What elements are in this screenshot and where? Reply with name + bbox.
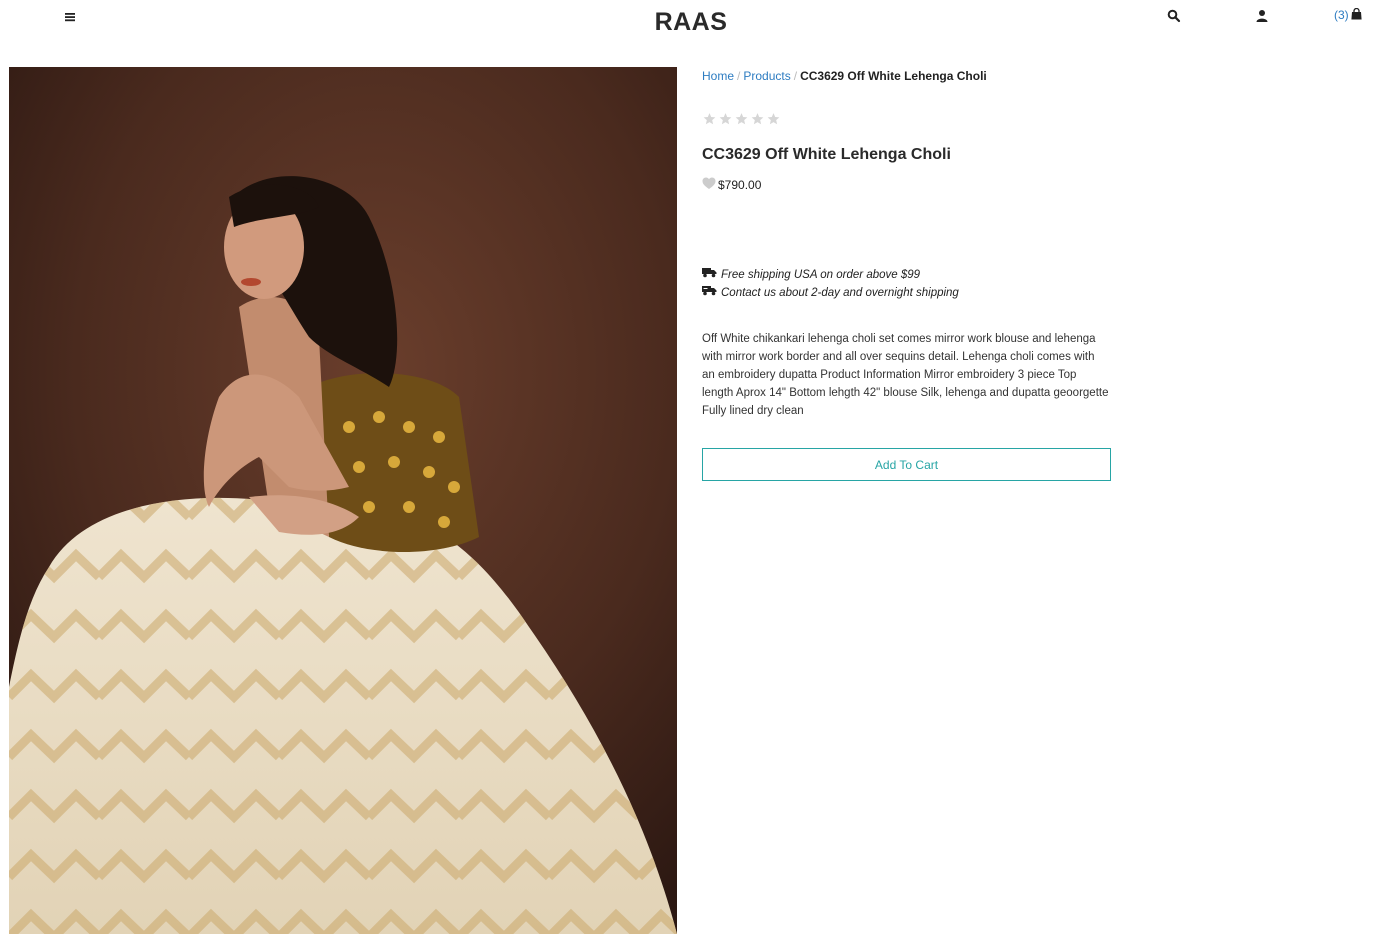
shipping-info: Free shipping USA on order above $99 Con… [702,266,1112,302]
shipping-line: Free shipping USA on order above $99 [702,266,1112,284]
star-rating[interactable] [702,112,1112,126]
shipping-text-free: Free shipping USA on order above $99 [721,269,921,281]
product-description: Off White chikankari lehenga choli set c… [702,333,1109,417]
star-icon[interactable] [702,112,717,126]
price-row: $790.00 [702,177,1112,193]
shopping-bag-icon [1349,7,1362,22]
user-icon[interactable] [1255,9,1269,23]
star-icon[interactable] [718,112,733,126]
breadcrumb-home[interactable]: Home [702,69,734,83]
star-icon[interactable] [734,112,749,126]
breadcrumb-products[interactable]: Products [743,69,790,83]
cart-count: (3) [1334,8,1349,22]
product-price: $790.00 [718,178,762,192]
breadcrumb-separator: / [737,69,741,83]
star-icon[interactable] [750,112,765,126]
site-header: RAAS (3) [0,0,1382,60]
truck-fast-icon [702,284,721,302]
product-photo [9,67,677,934]
breadcrumb-separator: / [793,69,798,83]
star-icon[interactable] [766,112,781,126]
shipping-line: Contact us about 2-day and overnight shi… [702,284,1112,302]
breadcrumb: Home / Products / CC3629 Off White Lehenga C… [702,68,1112,84]
breadcrumb-current: CC3629 Off White Lehenga Choli [800,69,987,83]
truck-icon [702,266,721,284]
search-icon[interactable] [1167,9,1181,23]
product-image[interactable] [9,67,677,934]
shipping-text-contact: Contact us about 2-day and overnight shi… [721,287,959,299]
cart-button[interactable]: (3) [1334,7,1362,22]
heart-icon[interactable] [702,177,716,193]
product-title: CC3629 Off White Lehenga Choli [702,146,951,163]
add-to-cart-button[interactable]: Add To Cart [702,448,1111,481]
product-details: Home / Products / CC3629 Off White Lehenga C… [702,67,1112,481]
